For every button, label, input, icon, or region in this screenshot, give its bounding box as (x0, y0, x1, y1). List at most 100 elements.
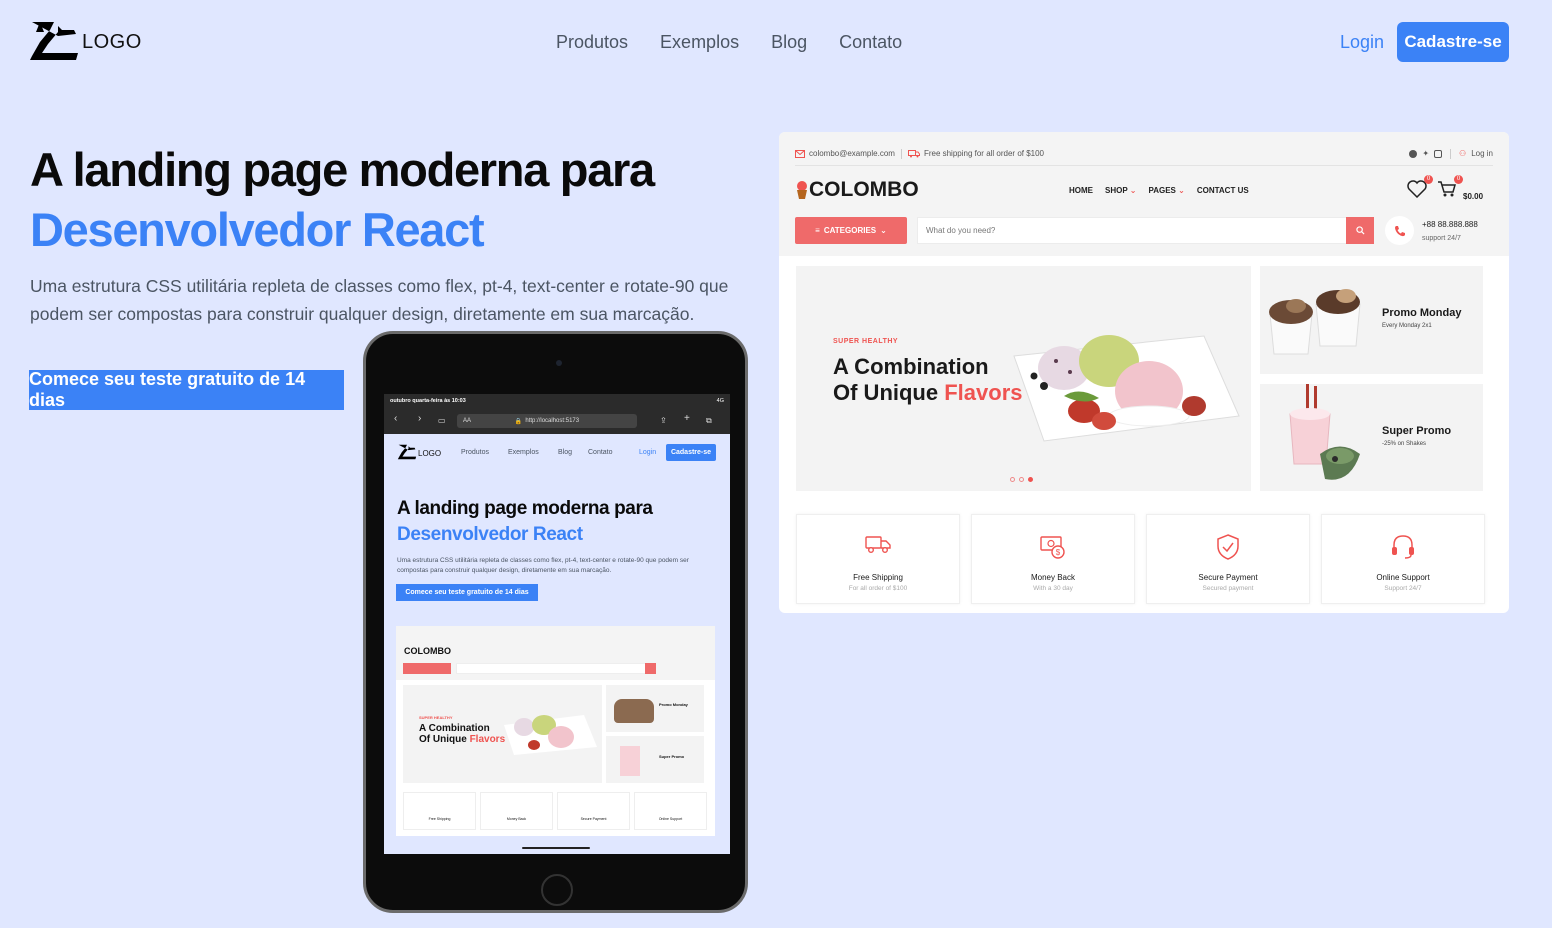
shield-icon (1217, 534, 1239, 560)
mini-hero-title: A landing page moderna para Desenvolvedo… (397, 498, 653, 545)
carousel-dot-active[interactable] (1028, 477, 1033, 482)
shop-header: colombo@example.com Free shipping for al… (779, 132, 1509, 256)
mini-cta[interactable]: Comece seu teste gratuito de 14 dias (396, 584, 538, 601)
shop-email: colombo@example.com (809, 149, 895, 158)
carousel-dots (1010, 477, 1033, 482)
forward-icon[interactable]: › (418, 413, 421, 424)
logo-icon (30, 22, 78, 60)
mini-logo-text: LOGO (418, 449, 442, 458)
shop-menu: HOME SHOP ⌄ PAGES ⌄ CONTACT US (1069, 186, 1249, 195)
search-button[interactable] (1346, 217, 1374, 244)
hero-title-line2: Desenvolvedor React (30, 203, 485, 256)
feature-title: Money Back (1030, 573, 1076, 582)
nav-link-produtos[interactable]: Produtos (556, 32, 628, 53)
mini-promo-super: Super Promo (606, 736, 704, 783)
truck-small-icon (907, 149, 920, 157)
truck-icon (865, 536, 891, 553)
mini-search[interactable] (456, 663, 646, 674)
phone-number: +88 88.888.888 (1422, 220, 1478, 229)
top-navbar: LOGO Produtos Exemplos Blog Contato Logi… (0, 0, 1552, 84)
login-link[interactable]: Login (1340, 32, 1384, 53)
cupcake-icon (797, 181, 807, 199)
categories-button[interactable]: ≡ CATEGORIES ⌄ (795, 217, 907, 244)
nav-link-exemplos[interactable]: Exemplos (660, 32, 739, 53)
mini-feature: Free Shipping (403, 792, 476, 830)
free-trial-button[interactable]: Comece seu teste gratuito de 14 dias (29, 369, 344, 410)
promo-card-super[interactable]: Super Promo -25% on Shakes (1260, 384, 1483, 491)
home-button[interactable] (541, 874, 573, 906)
feature-secure-payment: Secure Payment Secured payment (1146, 514, 1310, 604)
shop-hero-banner[interactable]: SUPER HEALTHY A Combination Of Unique Fl… (796, 266, 1251, 491)
mini-banner: SUPER HEALTHY A Combination Of Unique Fl… (403, 685, 602, 783)
shop-search-input[interactable]: What do you need? (917, 217, 1347, 244)
mail-icon (795, 149, 805, 158)
shop-phone: +88 88.888.888 support 24/7 (1422, 218, 1478, 246)
feature-title: Online Support (1376, 573, 1430, 582)
signup-button[interactable]: Cadastre-se (1397, 22, 1509, 62)
cart-icon[interactable]: 0 (1437, 175, 1463, 203)
chevron-down-icon: ⌄ (880, 226, 887, 235)
mini-nav-blog[interactable]: Blog (558, 449, 572, 456)
nav-link-blog[interactable]: Blog (771, 32, 807, 53)
feature-online-support: Online Support Support 24/7 (1321, 514, 1485, 604)
menu-icon: ≡ (815, 226, 820, 235)
mini-nav-exemplos[interactable]: Exemplos (508, 449, 539, 456)
promo-subtitle: Every Monday 2x1 (1382, 323, 1432, 329)
chevron-down-icon: ⌄ (1178, 186, 1185, 195)
tablet-mini-page: LOGO Produtos Exemplos Blog Contato Logi… (384, 434, 730, 854)
chevron-down-icon: ⌄ (1129, 186, 1137, 195)
share-icon[interactable]: ⇪ (660, 416, 667, 425)
book-icon[interactable]: ▭ (438, 416, 446, 425)
new-tab-icon[interactable]: + (684, 413, 690, 424)
mini-features: Free Shipping Money Back Secure Payment … (403, 792, 707, 830)
mini-hero-description: Uma estrutura CSS utilitária repleta de … (397, 557, 689, 574)
tabs-icon[interactable]: ⧉ (706, 416, 712, 426)
shop-shipping-notice: Free shipping for all order of $100 (923, 149, 1045, 158)
shop-menu-shop[interactable]: SHOP ⌄ (1105, 186, 1136, 195)
wishlist-icon[interactable]: 0 (1407, 175, 1433, 203)
mini-signup[interactable]: Cadastre-se (666, 444, 716, 461)
carousel-dot[interactable] (1010, 477, 1015, 482)
mini-login[interactable]: Login (639, 449, 656, 456)
feature-free-shipping: Free Shipping For all order of $100 (796, 514, 960, 604)
headset-icon (1392, 535, 1414, 559)
tablet-url-bar[interactable]: AA 🔒 http://localhost:5173 (457, 414, 637, 428)
mini-categories[interactable] (403, 663, 451, 674)
mini-search-button[interactable] (645, 663, 656, 674)
user-icon: ⚇ (1459, 149, 1467, 158)
shop-login-link[interactable]: Log in (1471, 149, 1493, 158)
mini-nav-produtos[interactable]: Produtos (461, 449, 489, 456)
shop-header-icons: 0 0 $0.00 (1407, 175, 1484, 203)
carousel-dot[interactable] (1019, 477, 1024, 482)
feature-title: Free Shipping (853, 573, 903, 582)
reader-mode-label: AA (463, 418, 472, 424)
feature-title: Secure Payment (1198, 573, 1258, 582)
twitter-icon[interactable]: ✦ (1422, 149, 1429, 158)
shop-features: Free Shipping For all order of $100 $ Mo… (796, 514, 1485, 604)
nav-link-contato[interactable]: Contato (839, 32, 902, 53)
shop-brand[interactable]: COLOMBO (795, 178, 919, 202)
feature-subtitle: With a 30 day (1033, 585, 1073, 592)
svg-text:$: $ (1056, 548, 1061, 557)
hero-description: Uma estrutura CSS utilitária repleta de … (30, 276, 729, 324)
banner-headline: A Combination Of Unique Flavors (833, 354, 1023, 405)
logo[interactable]: LOGO (28, 20, 142, 62)
tablet-browser-bar: outubro quarta-feira às 10:03 4G ‹ › ▭ A… (384, 394, 730, 434)
shop-brand-text: COLOMBO (809, 178, 919, 201)
cart-total: $0.00 (1463, 192, 1484, 201)
mini-feature: Secure Payment (557, 792, 630, 830)
mini-nav-contato[interactable]: Contato (588, 449, 613, 456)
nav-links: Produtos Exemplos Blog Contato (556, 32, 902, 53)
hero-title: A landing page moderna para Desenvolvedo… (30, 140, 655, 260)
shop-menu-pages[interactable]: PAGES ⌄ (1148, 186, 1184, 195)
instagram-icon[interactable] (1434, 149, 1443, 158)
tablet-mockup: outubro quarta-feira às 10:03 4G ‹ › ▭ A… (363, 331, 748, 913)
promo-title: Promo Monday (1382, 307, 1462, 319)
shop-menu-contact[interactable]: CONTACT US (1197, 186, 1249, 195)
shop-menu-home[interactable]: HOME (1069, 186, 1093, 195)
facebook-icon[interactable] (1409, 149, 1418, 158)
logo-icon (397, 444, 417, 460)
back-icon[interactable]: ‹ (394, 413, 397, 424)
promo-card-monday[interactable]: Promo Monday Every Monday 2x1 (1260, 266, 1483, 374)
hero-title-line1: A landing page moderna para (30, 143, 655, 196)
